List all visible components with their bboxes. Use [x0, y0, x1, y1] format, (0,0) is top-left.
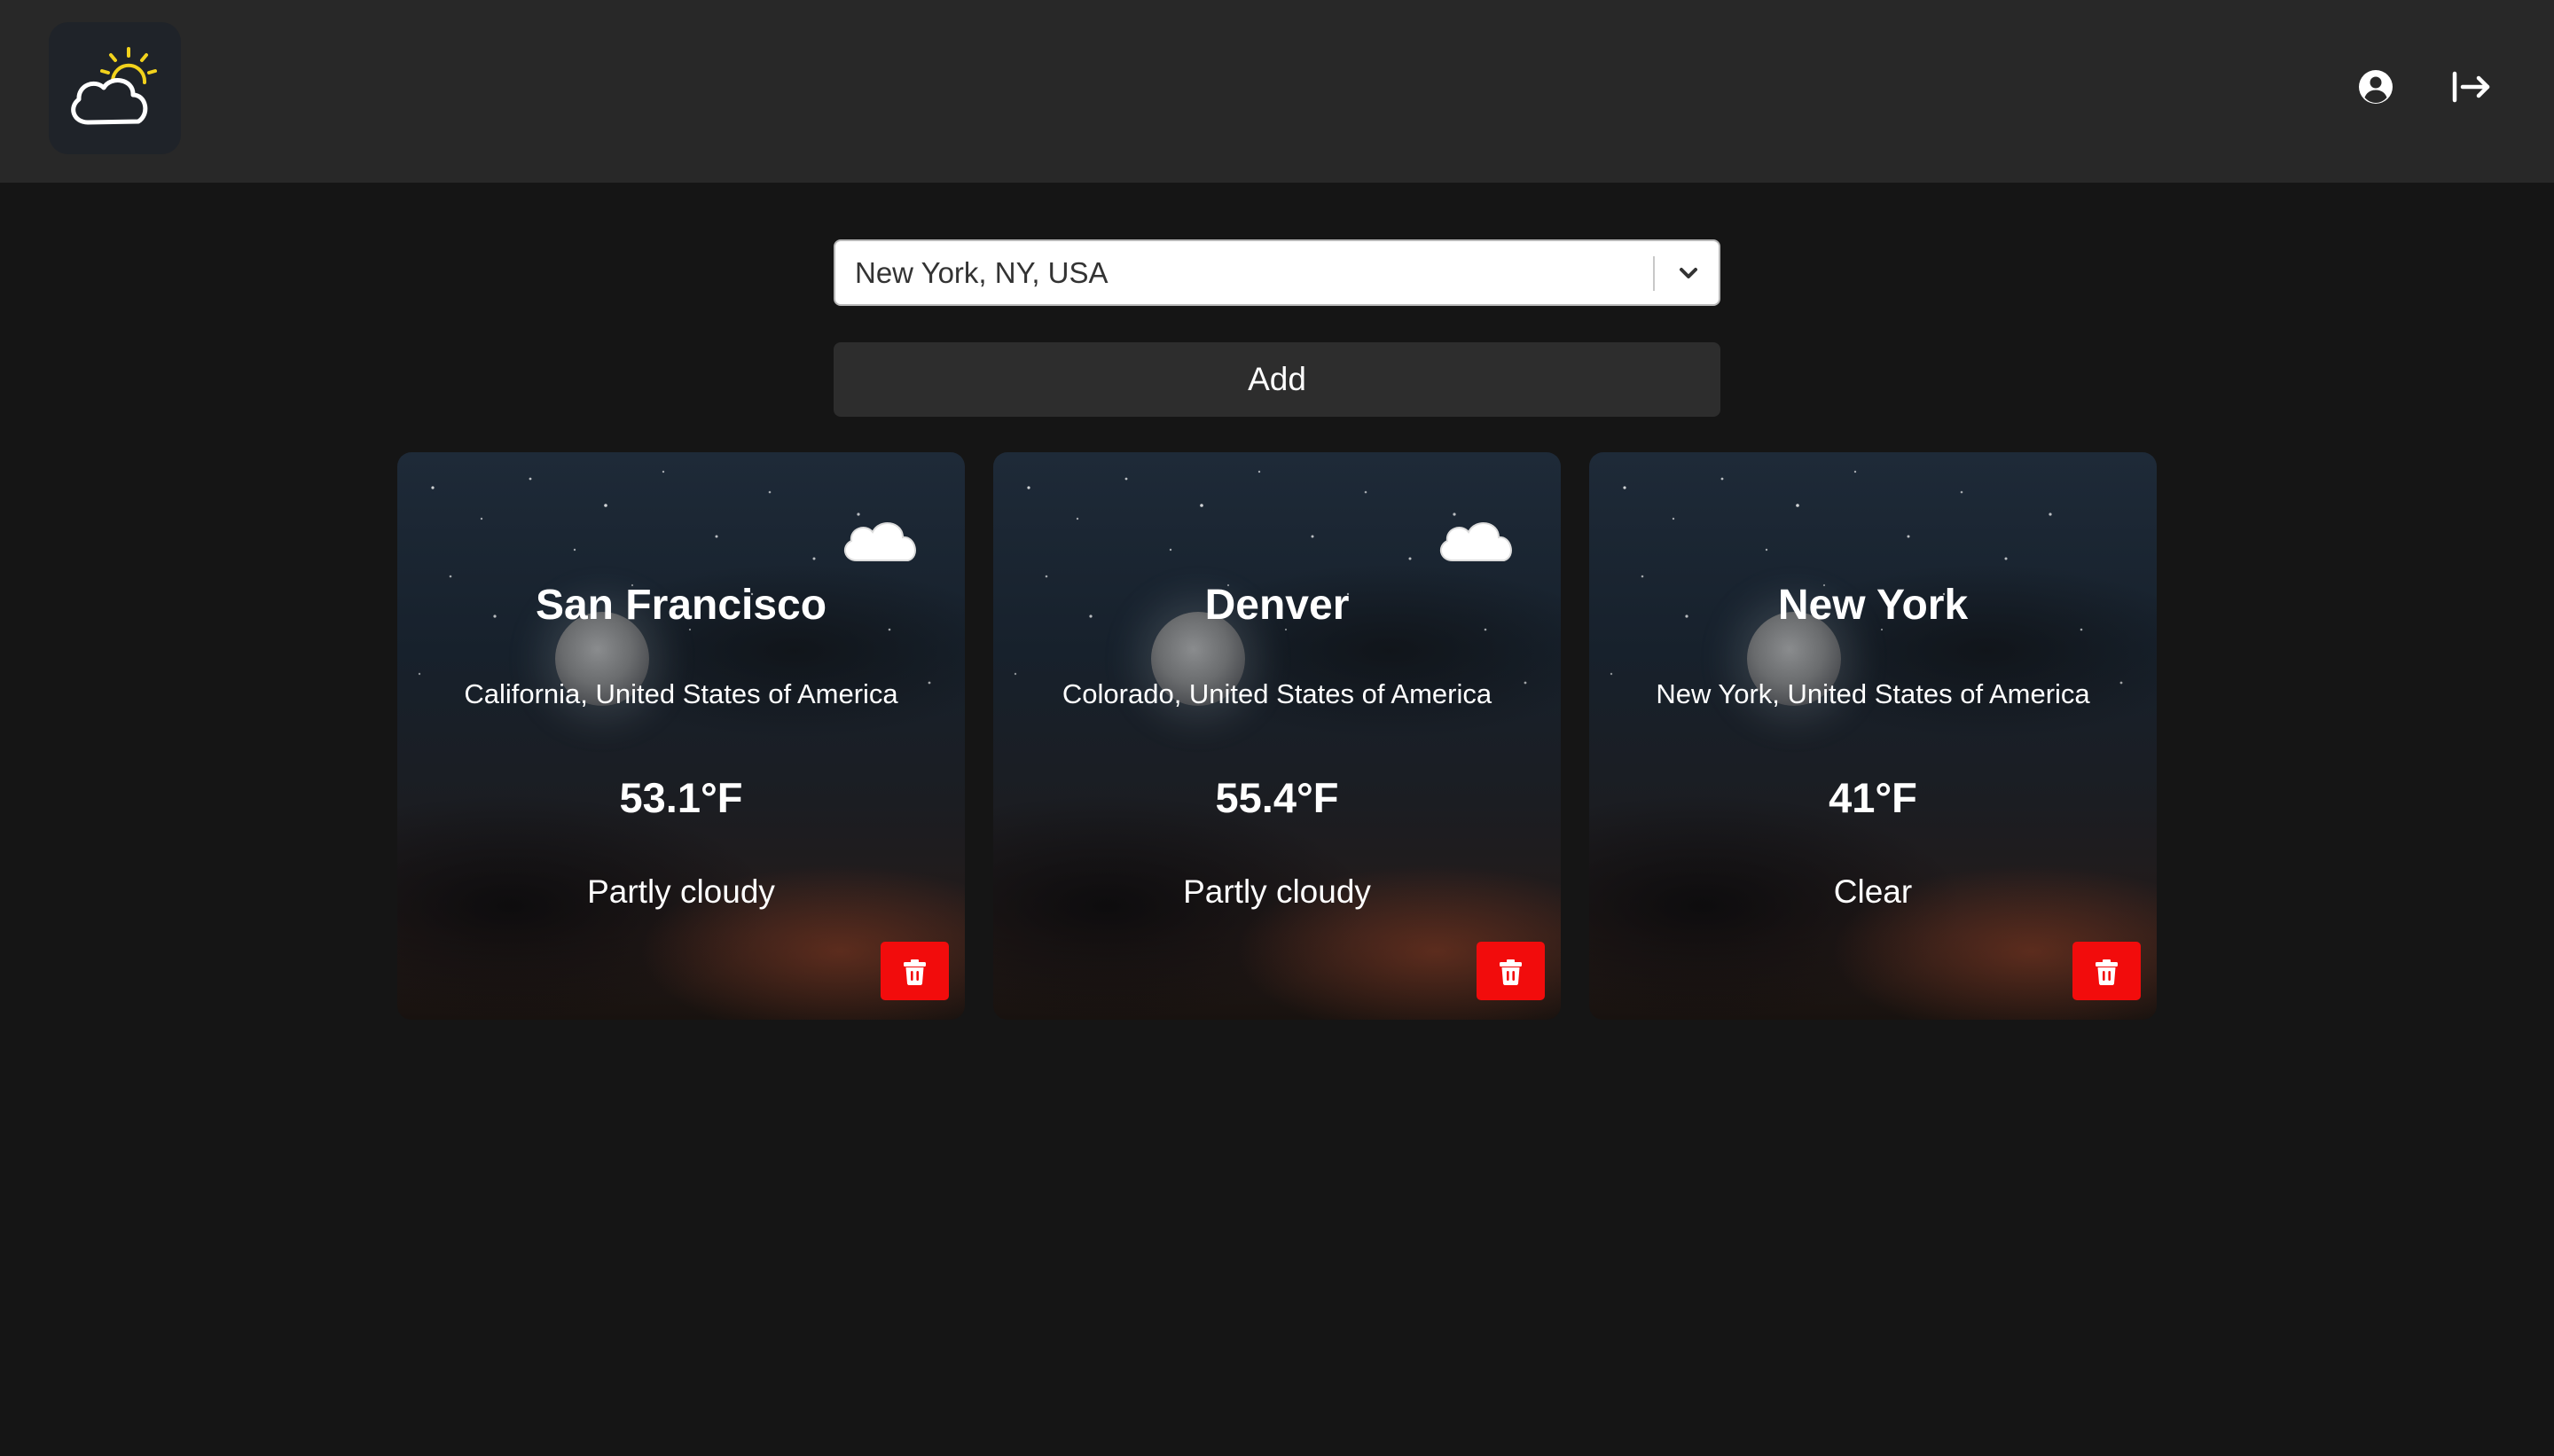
card-region: Colorado, United States of America — [1062, 678, 1492, 709]
delete-card-button[interactable] — [2072, 942, 2141, 1000]
card-region: California, United States of America — [464, 678, 898, 709]
card-city: San Francisco — [535, 582, 827, 629]
card-temperature: 41°F — [1829, 774, 1917, 821]
card-city: Denver — [1204, 582, 1350, 629]
card-temperature: 53.1°F — [619, 774, 743, 821]
card-temperature: 55.4°F — [1215, 774, 1339, 821]
night-partly-cloudy-icon — [843, 482, 916, 561]
user-circle-icon — [2359, 70, 2393, 104]
night-clear-moon-icon — [2072, 520, 2093, 548]
weather-card: New York New York, United States of Amer… — [1589, 452, 2157, 1020]
trash-icon — [2096, 959, 2118, 985]
trash-icon — [904, 959, 926, 985]
card-condition: Clear — [1833, 873, 1913, 910]
delete-card-button[interactable] — [881, 942, 949, 1000]
add-location-button[interactable]: Add — [834, 342, 1720, 417]
card-region: New York, United States of America — [1656, 678, 2090, 709]
card-condition: Partly cloudy — [1183, 873, 1371, 910]
account-button[interactable] — [2347, 59, 2404, 115]
location-select[interactable]: New York, NY, USA — [834, 239, 1720, 306]
trash-icon — [1500, 959, 1522, 985]
top-navbar — [0, 0, 2554, 183]
night-partly-cloudy-icon — [1439, 482, 1512, 561]
location-select-value: New York, NY, USA — [855, 256, 1109, 289]
app-logo[interactable] — [49, 22, 181, 154]
card-city: New York — [1777, 582, 1969, 629]
weather-card: Denver Colorado, United States of Americ… — [993, 452, 1561, 1020]
chevron-down-icon[interactable] — [1669, 254, 1708, 293]
weather-card: San Francisco California, United States … — [397, 452, 965, 1020]
select-separator — [1653, 256, 1655, 291]
card-condition: Partly cloudy — [587, 873, 775, 910]
delete-card-button[interactable] — [1477, 942, 1545, 1000]
logout-arrow-icon — [2452, 71, 2490, 103]
logout-button[interactable] — [2443, 59, 2500, 115]
partly-sunny-cloud-icon — [71, 47, 157, 125]
